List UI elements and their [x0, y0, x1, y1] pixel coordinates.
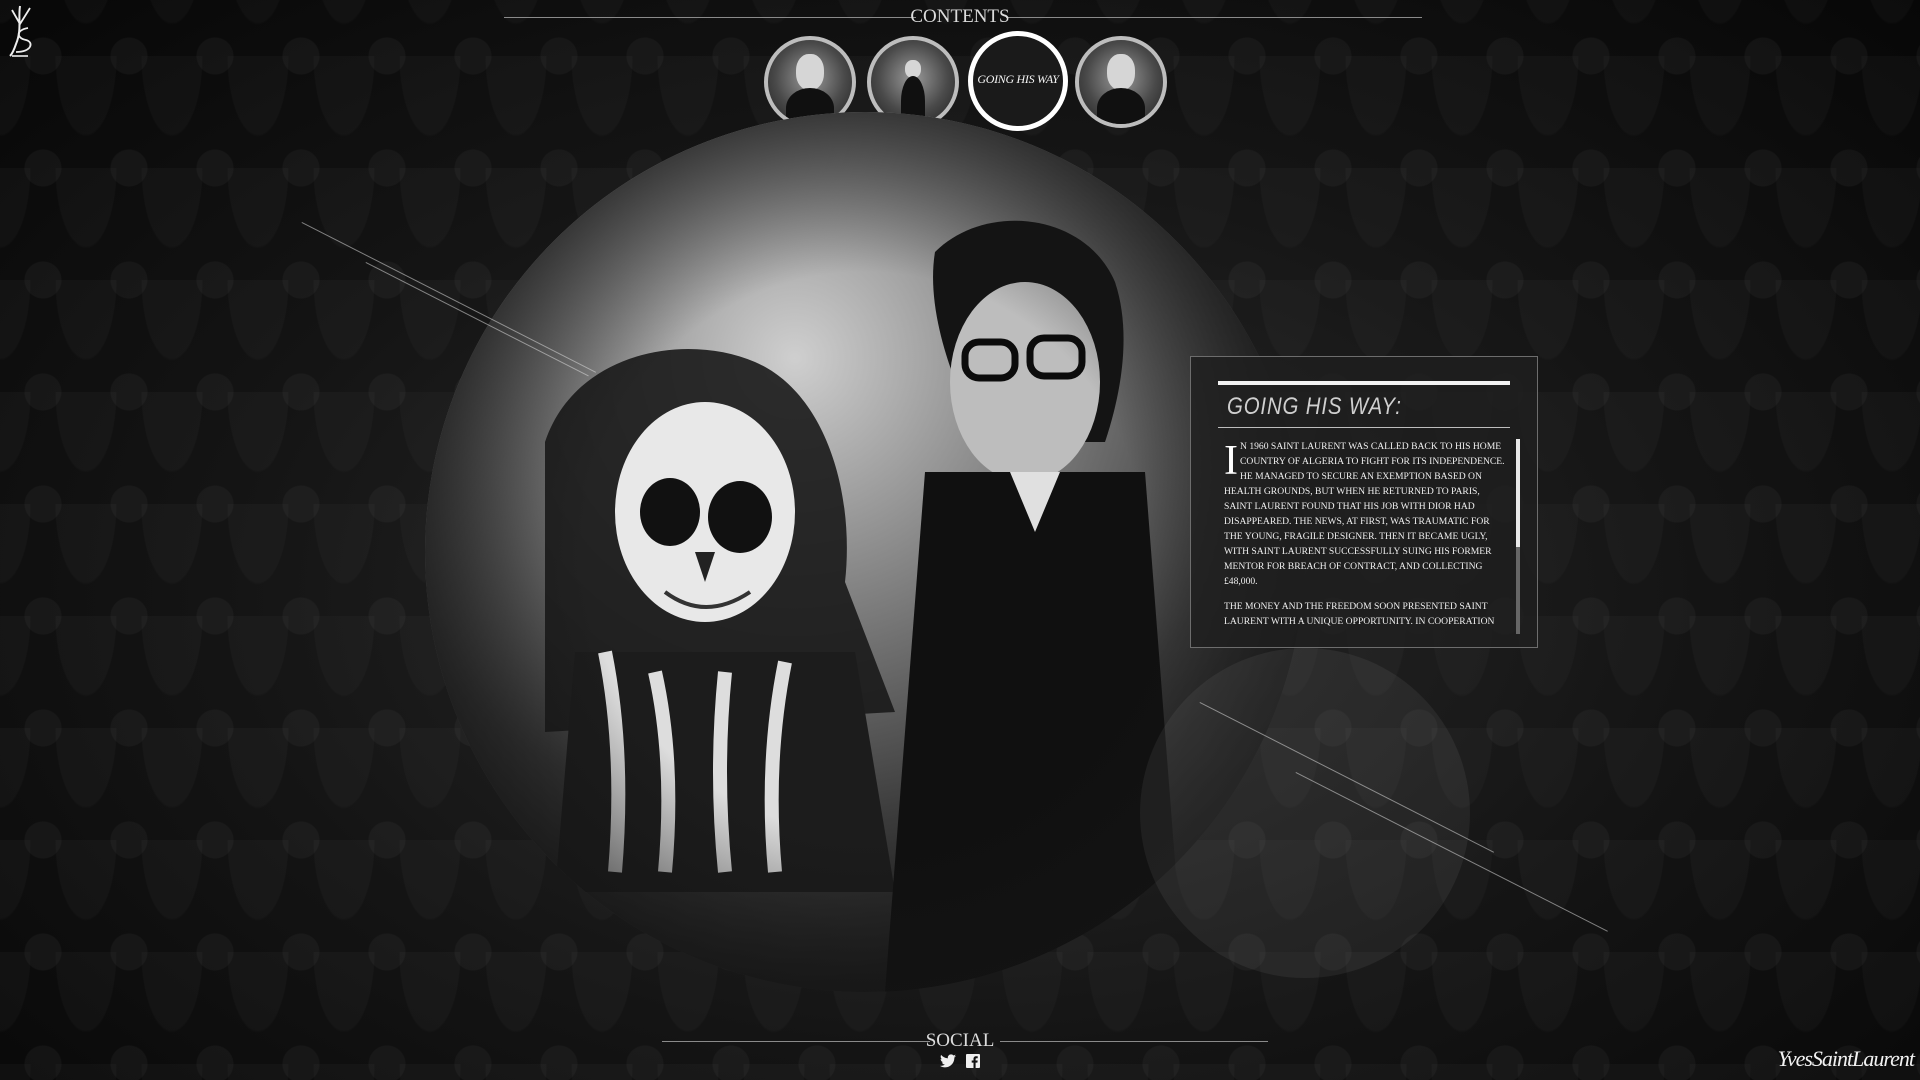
article-title: GOING HIS WAY:	[1227, 393, 1402, 420]
article-scrollbar-thumb[interactable]	[1516, 439, 1520, 547]
article-paragraph-1-text: n 1960 Saint Laurent was called back to …	[1224, 441, 1505, 587]
thumb-face	[796, 54, 824, 90]
article-body[interactable]: In 1960 Saint Laurent was called back to…	[1224, 439, 1506, 631]
social-title: SOCIAL	[925, 1030, 995, 1051]
facebook-icon[interactable]	[966, 1054, 980, 1073]
social-icons	[0, 1054, 1920, 1073]
contents-title: CONTENTS	[910, 6, 1010, 27]
thumb-label: GOING HIS WAY	[977, 72, 1059, 86]
article-paragraph-1: In 1960 Saint Laurent was called back to…	[1224, 439, 1506, 589]
article-panel: GOING HIS WAY: In 1960 Saint Laurent was…	[1190, 356, 1538, 648]
article-dropcap: I	[1224, 439, 1238, 484]
article-top-rule	[1218, 381, 1510, 385]
thumb-face	[1107, 54, 1135, 90]
twitter-icon[interactable]	[940, 1054, 956, 1073]
article-paragraph-2: The money and the freedom soon presented…	[1224, 601, 1495, 627]
decorative-circle	[1140, 648, 1470, 978]
article-title-rule	[1218, 427, 1510, 428]
ysl-signature-logo[interactable]: YvesSaintLaurent	[1778, 1046, 1915, 1072]
